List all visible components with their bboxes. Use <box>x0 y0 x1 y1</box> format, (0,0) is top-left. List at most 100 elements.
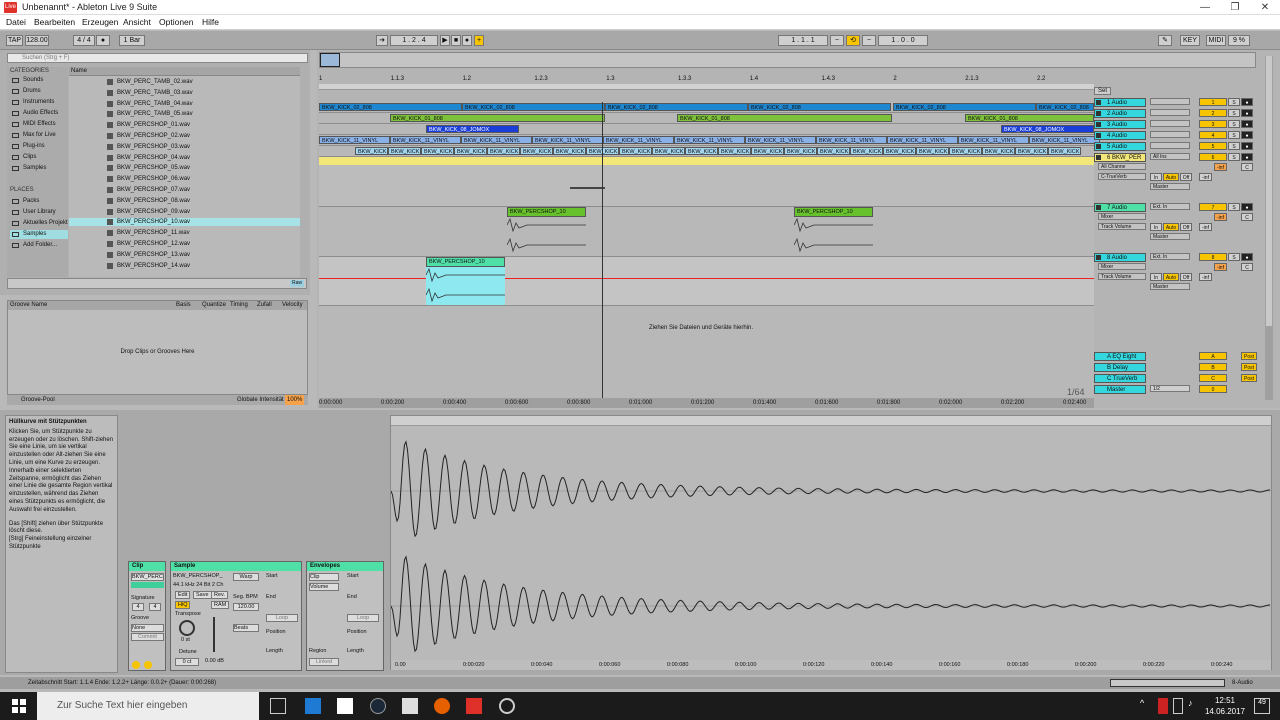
return-activator-2[interactable]: C <box>1199 374 1227 382</box>
clip-kick-short[interactable]: BKW_KICK <box>520 147 553 155</box>
clip-kick-short[interactable]: BKW_KICK <box>685 147 718 155</box>
loop-brace[interactable] <box>319 84 1094 90</box>
clip-kick-short[interactable]: BKW_KICK <box>355 147 388 155</box>
song-position[interactable]: 1 . 2 . 4 <box>390 35 438 46</box>
menu-erzeugen[interactable]: Erzeugen <box>82 17 118 27</box>
preview-raw-button[interactable]: Raw <box>290 280 304 287</box>
clip-kick-short[interactable]: BKW_KICK <box>652 147 685 155</box>
io-input-2[interactable]: Ext. In <box>1150 253 1190 260</box>
master-cue[interactable]: 1/2 <box>1150 385 1190 392</box>
clip-launch-icon[interactable] <box>144 661 152 669</box>
firefox-icon[interactable] <box>434 698 450 714</box>
beat-ruler[interactable]: 1 1.1.3 1.2 1.2.3 1.3 1.3.3 1.4 1.4.3 2 2.1.3 2.2 <box>319 76 1094 84</box>
status-overview[interactable] <box>1110 679 1225 687</box>
place-user-library[interactable]: User Library <box>10 208 68 217</box>
metronome-icon[interactable]: ● <box>96 35 110 46</box>
tray-volume-icon[interactable]: ♪ <box>1188 698 1198 714</box>
file-item[interactable]: BKW_PERCSHOP_05.wav <box>69 164 300 172</box>
track-arrow-icon[interactable] <box>1096 255 1101 260</box>
warp-mode-select[interactable]: Beats <box>233 624 259 632</box>
file-item[interactable]: BKW_PERC_TAMB_03.wav <box>69 89 300 97</box>
file-item[interactable]: BKW_PERCSHOP_13.wav <box>69 251 300 259</box>
track-activator-6[interactable]: 6 <box>1199 153 1227 161</box>
track-activator-2[interactable]: 2 <box>1199 109 1227 117</box>
track-title-7[interactable]: 7 Audio <box>1094 203 1146 212</box>
track-activator-7[interactable]: 7 <box>1199 203 1227 211</box>
ram-button[interactable]: RAM <box>211 601 230 609</box>
auto-button[interactable]: Auto <box>1163 273 1179 281</box>
mail-icon[interactable] <box>402 698 418 714</box>
category-sounds[interactable]: Sounds <box>10 76 68 85</box>
off-button[interactable]: Off <box>1180 223 1192 231</box>
clip-vinyl[interactable]: BKW_KICK_11_VINYL <box>390 136 461 144</box>
sig-numerator[interactable]: 4 <box>132 603 144 611</box>
inf-field[interactable]: -inf <box>1199 273 1212 281</box>
io-select-1-3[interactable]: Master <box>1150 233 1190 240</box>
solo-button[interactable]: S <box>1228 203 1240 211</box>
clip-kick01-a[interactable]: BKW_KICK_01_808 <box>390 114 605 122</box>
clip-kick-short[interactable]: BKW_KICK <box>949 147 982 155</box>
arm-button[interactable]: ● <box>1241 203 1253 211</box>
clip-kick-short[interactable]: BKW_KICK <box>421 147 454 155</box>
clip-kick02-d[interactable]: BKW_KICK_02_808 <box>748 103 891 111</box>
loop-button[interactable]: Loop <box>266 614 298 622</box>
sample-editor-ruler[interactable] <box>391 416 1271 426</box>
clip-kick-short[interactable]: BKW_KICK <box>751 147 784 155</box>
tray-network-icon[interactable] <box>1173 698 1183 714</box>
place-current-project[interactable]: Aktuelles Projekt <box>10 219 68 228</box>
volume-field[interactable]: -inf <box>1214 263 1227 271</box>
groove-select[interactable]: None <box>131 624 164 632</box>
arm-button[interactable]: ● <box>1241 153 1253 161</box>
place-samples[interactable]: Samples <box>10 230 68 239</box>
return-activator-3[interactable]: 0 <box>1199 385 1227 393</box>
solo-button[interactable]: S <box>1228 109 1240 117</box>
solo-button[interactable]: S <box>1228 142 1240 150</box>
return-activator-0[interactable]: A <box>1199 352 1227 360</box>
category-drums[interactable]: Drums <box>10 87 68 96</box>
clip-kick-short[interactable]: BKW_KICK <box>982 147 1015 155</box>
clip-kick-short[interactable]: BKW_KICK <box>817 147 850 155</box>
envelope-control-select[interactable]: Volume <box>309 583 339 591</box>
commit-button[interactable]: Commit <box>131 633 164 641</box>
reverse-button[interactable]: Rev. <box>211 591 228 599</box>
volume-field[interactable]: -inf <box>1214 163 1227 171</box>
steam-icon[interactable] <box>370 698 386 714</box>
track-activator-8[interactable]: 8 <box>1199 253 1227 261</box>
post-button[interactable]: Post <box>1241 363 1257 371</box>
clip-kick-short[interactable]: BKW_KICK <box>553 147 586 155</box>
clip-kick-short[interactable]: BKW_KICK <box>1015 147 1048 155</box>
record-icon[interactable]: ● <box>462 35 472 46</box>
overview-selection[interactable] <box>320 53 340 67</box>
io-input-1[interactable]: Ext. In <box>1150 203 1190 210</box>
clip-vinyl[interactable]: BKW_KICK_11_VINYL <box>319 136 390 144</box>
loop-start[interactable]: 1 . 1 . 1 <box>778 35 828 46</box>
file-item[interactable]: BKW_PERCSHOP_02.wav <box>69 132 300 140</box>
warp-button[interactable]: Warp <box>233 573 259 581</box>
track-title-4[interactable]: 4 Audio <box>1094 131 1146 140</box>
category-audio-effects[interactable]: Audio Effects <box>10 109 68 118</box>
track-arrow-icon[interactable] <box>1096 133 1101 138</box>
clip-kick02-f[interactable]: BKW_KICK_02_808 <box>1036 103 1094 111</box>
pan-field[interactable]: C <box>1241 163 1253 171</box>
detune-field[interactable]: 0 ct <box>175 658 199 666</box>
track-title-8[interactable]: 8 Audio <box>1094 253 1146 262</box>
global-intensity-value[interactable]: 100% <box>285 395 305 405</box>
automation-segment[interactable] <box>570 187 605 189</box>
arrangement-overview[interactable] <box>319 52 1256 68</box>
store-icon[interactable] <box>337 698 353 714</box>
io-input-0[interactable]: All Ins <box>1150 153 1190 160</box>
track-activator-5[interactable]: 5 <box>1199 142 1227 150</box>
task-view-icon[interactable] <box>270 698 286 714</box>
clip-kick01-b[interactable]: BKW_KICK_01_808 <box>677 114 892 122</box>
track-arrow-icon[interactable] <box>1096 122 1101 127</box>
solo-button[interactable]: S <box>1228 120 1240 128</box>
solo-button[interactable]: S <box>1228 131 1240 139</box>
file-item[interactable]: BKW_PERCSHOP_04.wav <box>69 154 300 162</box>
io-select-0-1[interactable]: All Channe <box>1098 163 1146 170</box>
auto-button[interactable]: Auto <box>1163 173 1179 181</box>
track-title-2[interactable]: 2 Audio <box>1094 109 1146 118</box>
category-samples[interactable]: Samples <box>10 164 68 173</box>
arm-button[interactable]: ● <box>1241 120 1253 128</box>
save-button[interactable]: Save <box>193 591 212 599</box>
taskbar-clock[interactable]: 12:51 14.06.2017 <box>1200 695 1250 717</box>
